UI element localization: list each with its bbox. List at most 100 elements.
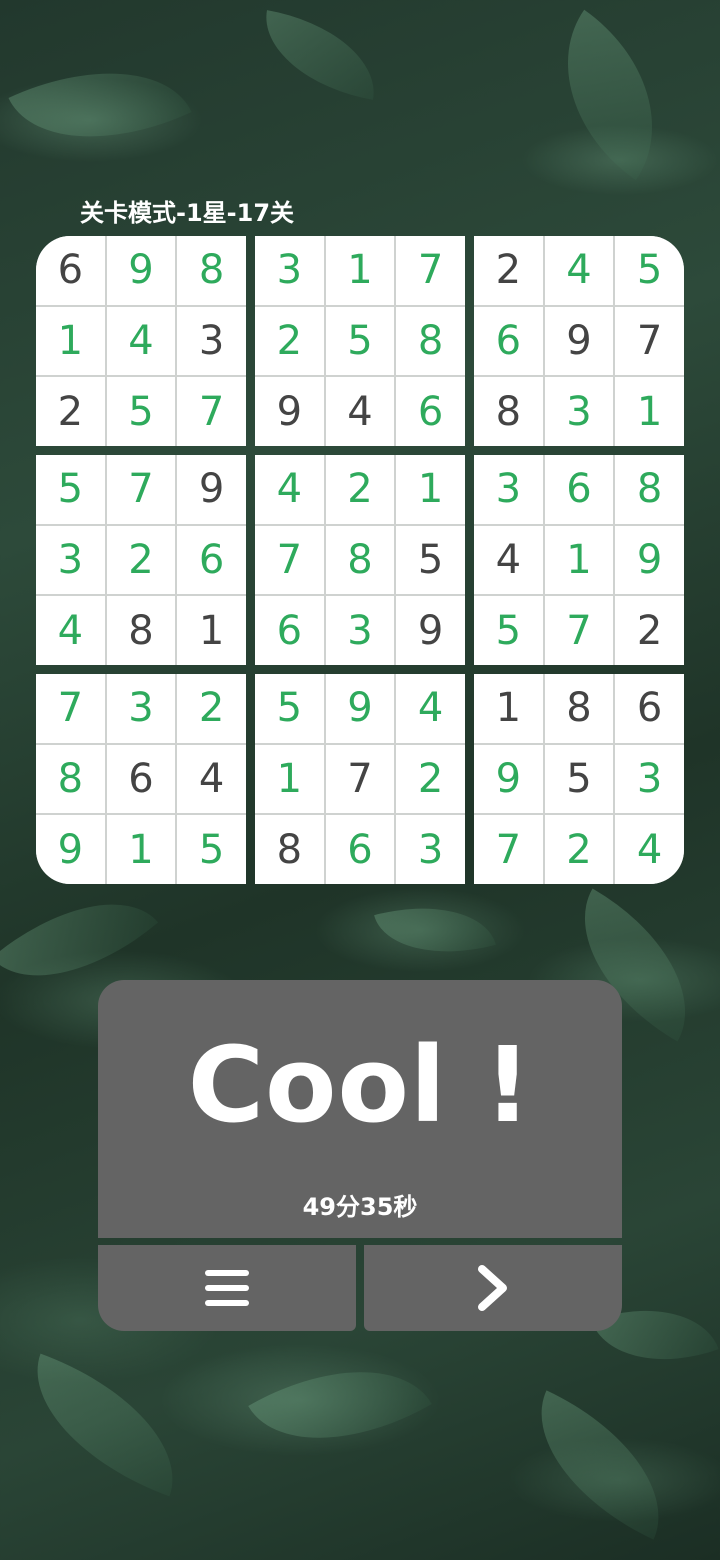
sudoku-cell-filled[interactable]: 9 (36, 815, 105, 884)
sudoku-cell-filled[interactable]: 3 (36, 525, 105, 595)
sudoku-cell-given[interactable]: 8 (544, 674, 614, 743)
sudoku-cell-filled[interactable]: 1 (615, 377, 684, 446)
background-leaf (521, 9, 699, 181)
sudoku-cell-filled[interactable]: 3 (396, 815, 465, 884)
sudoku-cell-filled[interactable]: 2 (396, 744, 465, 814)
sudoku-cell-given[interactable]: 5 (396, 525, 465, 595)
sudoku-cell-given[interactable]: 9 (177, 455, 246, 524)
background-leaf (374, 886, 496, 974)
sudoku-cell-filled[interactable]: 1 (36, 306, 105, 376)
sudoku-cell-filled[interactable]: 8 (177, 236, 246, 305)
sudoku-cell-filled[interactable]: 7 (36, 674, 105, 743)
sudoku-cell-filled[interactable]: 2 (255, 306, 324, 376)
sudoku-cell-filled[interactable]: 4 (106, 306, 176, 376)
sudoku-cell-filled[interactable]: 5 (255, 674, 324, 743)
sudoku-cell-given[interactable]: 2 (474, 236, 543, 305)
sudoku-cell-filled[interactable]: 6 (396, 377, 465, 446)
sudoku-cell-filled[interactable]: 4 (396, 674, 465, 743)
sudoku-cell-filled[interactable]: 3 (106, 674, 176, 743)
sudoku-cell-filled[interactable]: 7 (396, 236, 465, 305)
sudoku-cell-filled[interactable]: 9 (106, 236, 176, 305)
sudoku-cell-given[interactable]: 6 (36, 236, 105, 305)
sudoku-cell-filled[interactable]: 8 (396, 306, 465, 376)
sudoku-cell-filled[interactable]: 1 (106, 815, 176, 884)
sudoku-cell-given[interactable]: 5 (544, 744, 614, 814)
sudoku-cell-filled[interactable]: 7 (106, 455, 176, 524)
elapsed-time: 49分35秒 (302, 1193, 418, 1221)
sudoku-cell-given[interactable]: 2 (36, 377, 105, 446)
sudoku-cell-given[interactable]: 7 (325, 744, 395, 814)
sudoku-box: 579 326 481 (36, 455, 246, 665)
sudoku-cell-filled[interactable]: 1 (396, 455, 465, 524)
next-level-button[interactable] (364, 1245, 622, 1331)
sudoku-cell-filled[interactable]: 6 (474, 306, 543, 376)
sudoku-box: 317 258 946 (255, 236, 465, 446)
sudoku-box: 368 419 572 (474, 455, 684, 665)
sudoku-cell-filled[interactable]: 5 (615, 236, 684, 305)
sudoku-cell-filled[interactable]: 3 (615, 744, 684, 814)
sudoku-cell-given[interactable]: 4 (474, 525, 543, 595)
sudoku-cell-filled[interactable]: 8 (615, 455, 684, 524)
background-leaf (508, 1390, 692, 1540)
sudoku-cell-filled[interactable]: 6 (325, 815, 395, 884)
sudoku-cell-filled[interactable]: 9 (474, 744, 543, 814)
sudoku-cell-filled[interactable]: 5 (325, 306, 395, 376)
sudoku-cell-filled[interactable]: 3 (255, 236, 324, 305)
sudoku-box: 245 697 831 (474, 236, 684, 446)
sudoku-cell-filled[interactable]: 4 (615, 815, 684, 884)
sudoku-cell-filled[interactable]: 1 (325, 236, 395, 305)
sudoku-cell-filled[interactable]: 6 (255, 596, 324, 665)
sudoku-cell-filled[interactable]: 4 (36, 596, 105, 665)
sudoku-cell-given[interactable]: 1 (474, 674, 543, 743)
sudoku-cell-given[interactable]: 4 (177, 744, 246, 814)
sudoku-cell-filled[interactable]: 7 (177, 377, 246, 446)
sudoku-cell-filled[interactable]: 2 (106, 525, 176, 595)
sudoku-cell-filled[interactable]: 4 (255, 455, 324, 524)
sudoku-cell-given[interactable]: 9 (396, 596, 465, 665)
sudoku-cell-filled[interactable]: 3 (325, 596, 395, 665)
sudoku-cell-filled[interactable]: 2 (544, 815, 614, 884)
sudoku-cell-filled[interactable]: 3 (474, 455, 543, 524)
menu-button[interactable] (98, 1245, 356, 1331)
sudoku-cell-filled[interactable]: 3 (544, 377, 614, 446)
sudoku-cell-filled[interactable]: 9 (615, 525, 684, 595)
result-panel: Cool ! 49分35秒 (98, 980, 622, 1238)
sudoku-cell-filled[interactable]: 5 (36, 455, 105, 524)
sudoku-cell-filled[interactable]: 6 (177, 525, 246, 595)
sudoku-cell-given[interactable]: 9 (255, 377, 324, 446)
sudoku-cell-filled[interactable]: 7 (474, 815, 543, 884)
sudoku-box: 421 785 639 (255, 455, 465, 665)
sudoku-cell-given[interactable]: 4 (325, 377, 395, 446)
sudoku-cell-filled[interactable]: 2 (177, 674, 246, 743)
sudoku-cell-given[interactable]: 6 (615, 674, 684, 743)
sudoku-cell-filled[interactable]: 7 (544, 596, 614, 665)
sudoku-cell-given[interactable]: 8 (106, 596, 176, 665)
background-leaf (254, 10, 386, 100)
sudoku-cell-filled[interactable]: 8 (36, 744, 105, 814)
sudoku-cell-given[interactable]: 9 (544, 306, 614, 376)
sudoku-cell-filled[interactable]: 9 (325, 674, 395, 743)
sudoku-cell-filled[interactable]: 6 (544, 455, 614, 524)
sudoku-cell-filled[interactable]: 2 (325, 455, 395, 524)
sudoku-cell-filled[interactable]: 5 (177, 815, 246, 884)
sudoku-cell-filled[interactable]: 7 (255, 525, 324, 595)
sudoku-box: 698 143 257 (36, 236, 246, 446)
sudoku-box: 186 953 724 (474, 674, 684, 884)
sudoku-cell-filled[interactable]: 8 (325, 525, 395, 595)
sudoku-cell-filled[interactable]: 4 (544, 236, 614, 305)
sudoku-cell-given[interactable]: 6 (106, 744, 176, 814)
background-leaf (9, 1353, 201, 1497)
sudoku-cell-filled[interactable]: 1 (544, 525, 614, 595)
sudoku-cell-filled[interactable]: 1 (255, 744, 324, 814)
sudoku-cell-filled[interactable]: 5 (474, 596, 543, 665)
sudoku-cell-given[interactable]: 3 (177, 306, 246, 376)
sudoku-cell-given[interactable]: 8 (255, 815, 324, 884)
background-leaf (8, 30, 192, 180)
sudoku-board: 6981432573172589462456978315793264814217… (36, 236, 684, 884)
chevron-right-icon (476, 1264, 510, 1312)
sudoku-cell-given[interactable]: 7 (615, 306, 684, 376)
sudoku-cell-given[interactable]: 8 (474, 377, 543, 446)
sudoku-cell-given[interactable]: 2 (615, 596, 684, 665)
sudoku-cell-filled[interactable]: 5 (106, 377, 176, 446)
sudoku-cell-given[interactable]: 1 (177, 596, 246, 665)
